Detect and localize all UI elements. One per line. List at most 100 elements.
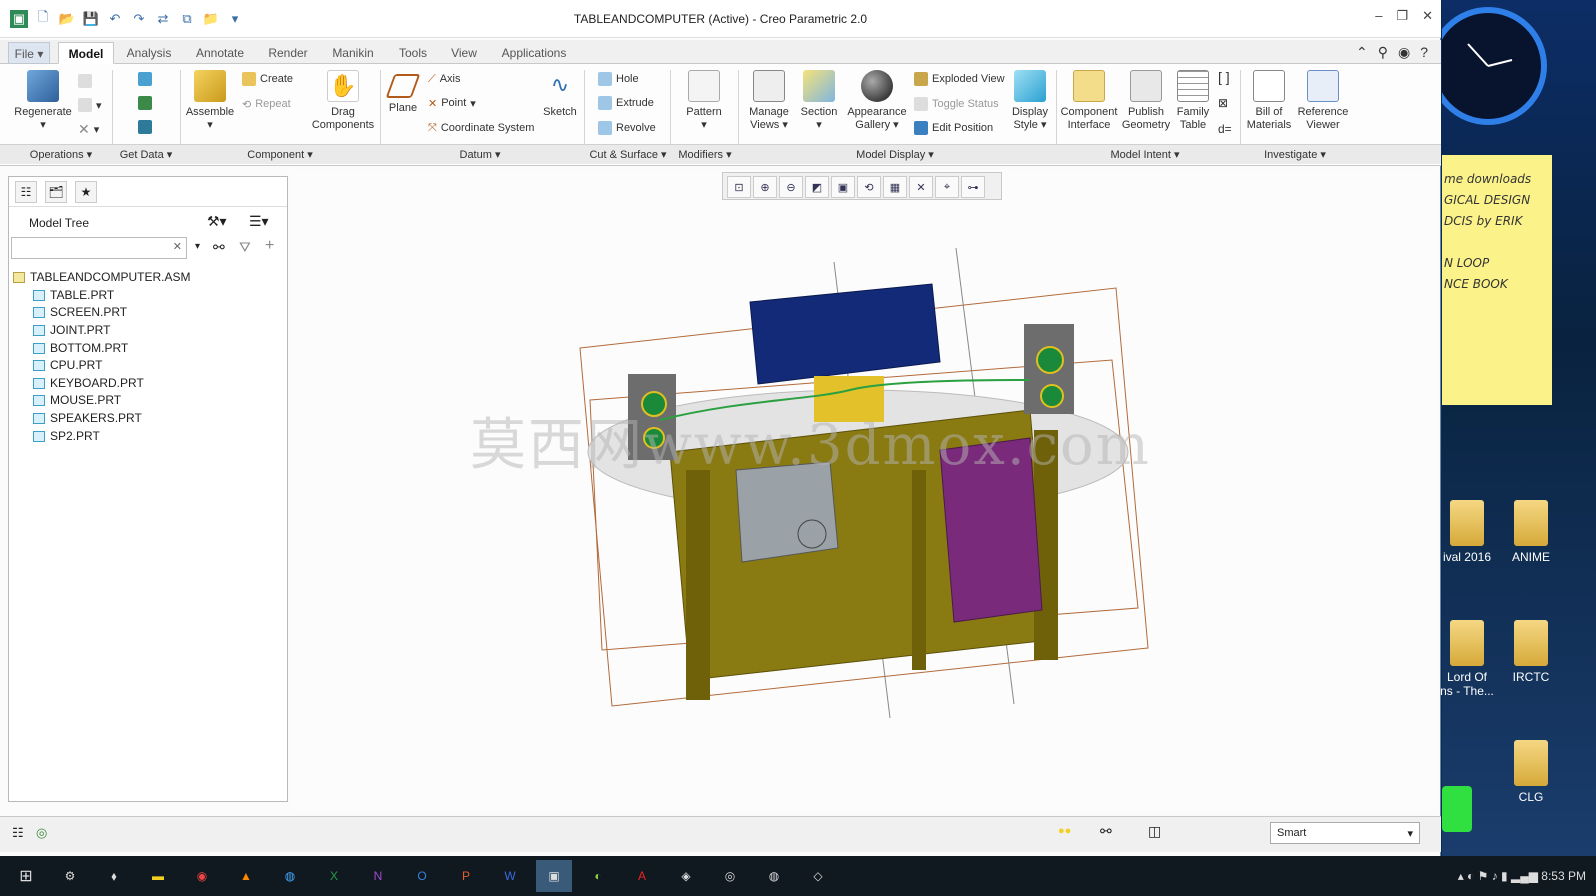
powerpoint-icon[interactable]: P (448, 860, 484, 892)
get-data-3-button[interactable] (138, 118, 152, 136)
tab-tools[interactable]: Tools (392, 42, 434, 64)
tree-item[interactable]: CPU.PRT (13, 357, 190, 375)
model-tree-tab-icon[interactable]: ☷ (15, 181, 37, 203)
file-explorer-icon[interactable]: ▬ (140, 860, 176, 892)
selection-filter-dropdown[interactable]: Smart ▾ (1270, 822, 1420, 844)
app-icon[interactable]: ◇ (800, 860, 836, 892)
tree-item[interactable]: BOTTOM.PRT (13, 339, 190, 357)
publish-geometry-button[interactable]: Publish Geometry (1120, 70, 1172, 132)
vlc-icon[interactable]: ▲ (228, 860, 264, 892)
tree-item[interactable]: SPEAKERS.PRT (13, 410, 190, 428)
outlook-icon[interactable]: O (404, 860, 440, 892)
minimize-icon[interactable]: ‒ (1375, 8, 1382, 24)
tab-applications[interactable]: Applications (494, 42, 574, 64)
excel-icon[interactable]: X (316, 860, 352, 892)
desktop-icon[interactable]: IRCTC (1496, 620, 1566, 684)
saved-orientations-icon[interactable]: ⟲ (857, 176, 881, 198)
ptc-community-icon[interactable]: ◉ (1398, 44, 1410, 61)
family-table-button[interactable]: Family Table (1172, 70, 1214, 132)
reference-viewer-button[interactable]: Reference Viewer (1294, 70, 1352, 132)
coordinate-system-button[interactable]: ⤧ Coordinate System (428, 119, 534, 137)
axis-button[interactable]: ⟋ Axis (428, 70, 460, 88)
tab-file[interactable]: File ▾ (8, 42, 50, 64)
tree-settings-icon[interactable]: ⚒▾ (207, 213, 227, 230)
geometry-filter-icon[interactable]: ◫ (1148, 823, 1161, 840)
folder-browser-tab-icon[interactable]: 🗂 (45, 181, 67, 203)
network-app-icon[interactable]: ⬧ (96, 860, 132, 892)
group-model-display[interactable]: Model Display ▾ (840, 148, 950, 161)
zoom-in-icon[interactable]: ⊕ (753, 176, 777, 198)
copy-button[interactable] (78, 72, 92, 90)
paste-button[interactable]: ▾ (78, 96, 102, 114)
sticky-note[interactable]: me downloads GICAL DESIGN DCIS by ERIK N LO… (1442, 155, 1552, 405)
drag-components-button[interactable]: ✋ Drag Components (310, 70, 376, 132)
plane-button[interactable]: Plane (384, 70, 422, 115)
onenote-icon[interactable]: N (360, 860, 396, 892)
group-get-data[interactable]: Get Data ▾ (114, 148, 178, 161)
get-data-2-button[interactable] (138, 94, 152, 112)
model-tree-search-input[interactable]: ✕ (11, 237, 187, 259)
app-icon[interactable]: ◈ (668, 860, 704, 892)
find-icon[interactable]: ⚯ (1100, 823, 1112, 840)
pattern-button[interactable]: Pattern ▾ (682, 70, 726, 132)
help-icon[interactable]: ? (1420, 44, 1428, 61)
show-navigator-icon[interactable]: ☷ (12, 825, 24, 841)
assemble-button[interactable]: Assemble ▾ (184, 70, 236, 132)
tree-item[interactable]: MOUSE.PRT (13, 392, 190, 410)
spin-center-icon[interactable]: ⌖ (935, 176, 959, 198)
search-icon[interactable]: ⚲ (1378, 44, 1388, 61)
clock-time[interactable]: 8:53 PM (1541, 869, 1586, 883)
switch-dimensions-button[interactable]: d= (1218, 120, 1232, 138)
create-button[interactable]: Create (242, 70, 293, 88)
group-operations[interactable]: Operations ▾ (16, 148, 106, 161)
word-icon[interactable]: W (492, 860, 528, 892)
tree-item[interactable]: SP2.PRT (13, 427, 190, 445)
acrobat-icon[interactable]: A (624, 860, 660, 892)
tab-view[interactable]: View (444, 42, 484, 64)
parameters-button[interactable]: ⊠ (1218, 94, 1228, 112)
group-cut-surface[interactable]: Cut & Surface ▾ (586, 148, 670, 161)
tab-manikin[interactable]: Manikin (324, 42, 382, 64)
graphics-window[interactable] (290, 170, 1438, 810)
clear-search-icon[interactable]: ✕ (173, 240, 182, 253)
app-icon[interactable]: ◍ (756, 860, 792, 892)
exploded-view-button[interactable]: Exploded View (914, 70, 1005, 88)
creo-taskbar-icon[interactable]: ▣ (536, 860, 572, 892)
desktop-icon[interactable]: Lord Of ns - The... (1432, 620, 1502, 698)
desktop-icon[interactable]: ANIME (1496, 500, 1566, 564)
edit-position-button[interactable]: Edit Position (914, 119, 993, 137)
tree-item[interactable]: TABLE.PRT (13, 287, 190, 305)
annotation-display-icon[interactable]: ⊶ (961, 176, 985, 198)
start-windows-icon[interactable]: ⊞ (8, 860, 44, 892)
repeat-button[interactable]: ⟲ Repeat (242, 95, 291, 113)
tray-icons[interactable]: ▴ ◐ ⚑ ♪ ▮ ▂▄▆ (1458, 869, 1542, 883)
datum-display-icon[interactable]: ✕ (909, 176, 933, 198)
view-manager-icon[interactable]: ▦ (883, 176, 907, 198)
relations-button[interactable]: [ ] (1218, 68, 1230, 86)
search-dropdown-icon[interactable]: ▾ (195, 241, 200, 252)
manage-views-button[interactable]: Manage Views ▾ (744, 70, 794, 132)
regenerate-button[interactable]: Regenerate ▾ (14, 70, 72, 132)
desktop-icon[interactable]: ival 2016 (1432, 500, 1502, 564)
tab-render[interactable]: Render (262, 42, 314, 64)
display-style-button[interactable]: Display Style ▾ (1008, 70, 1052, 132)
group-datum[interactable]: Datum ▾ (440, 148, 520, 161)
section-button[interactable]: Section ▾ (798, 70, 840, 132)
revolve-button[interactable]: Revolve (598, 119, 656, 137)
app-icon[interactable]: ◎ (712, 860, 748, 892)
android-icon[interactable]: ◐ (580, 860, 616, 892)
extrude-button[interactable]: Extrude (598, 94, 654, 112)
favorites-tab-icon[interactable]: ★ (75, 181, 97, 203)
tree-item[interactable]: KEYBOARD.PRT (13, 375, 190, 393)
sketch-button[interactable]: ∿ Sketch (540, 70, 580, 119)
show-browser-icon[interactable]: ◎ (36, 825, 47, 841)
component-interface-button[interactable]: Component Interface (1060, 70, 1118, 132)
tab-analysis[interactable]: Analysis (120, 42, 178, 64)
tree-item[interactable]: JOINT.PRT (13, 322, 190, 340)
maximize-icon[interactable]: ❐ (1396, 8, 1408, 24)
group-component[interactable]: Component ▾ (230, 148, 330, 161)
close-icon[interactable]: ✕ (1422, 8, 1433, 24)
tree-item[interactable]: SCREEN.PRT (13, 304, 190, 322)
group-model-intent[interactable]: Model Intent ▾ (1100, 148, 1190, 161)
tree-columns-icon[interactable]: ☰▾ (249, 213, 269, 230)
